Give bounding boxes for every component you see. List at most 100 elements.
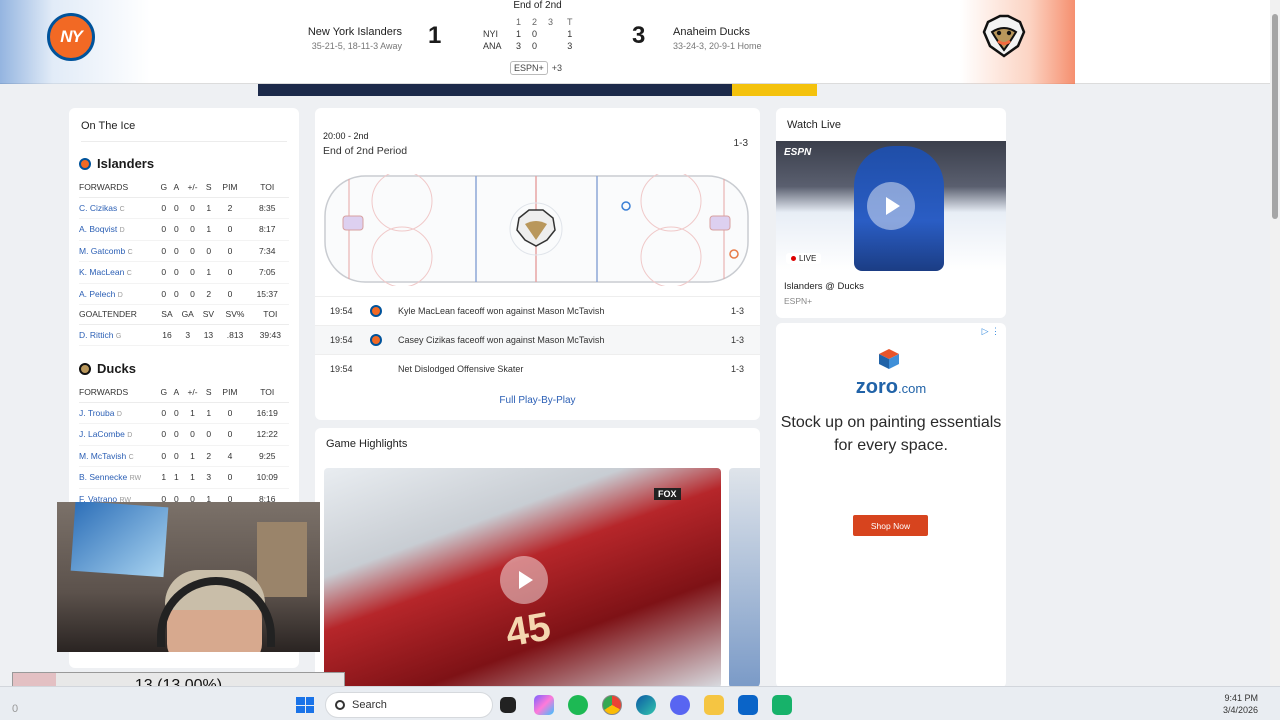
home-team-info[interactable]: New York Islanders 35-21-5, 18-11-3 Away [302,26,402,51]
linescore-header: 2 [532,17,538,27]
player-name[interactable]: J. LaCombe [79,429,125,439]
islanders-logo-text: NY [60,27,83,46]
edge-icon[interactable] [636,695,656,715]
copilot-icon[interactable] [534,695,554,715]
scoreboard-header: NY New York Islanders 35-21-5, 18-11-3 A… [0,0,1270,84]
ducks-header: Ducks [79,361,136,376]
player-name-link[interactable]: M. Gatcomb C [79,240,157,262]
period-status: End of 2nd [513,0,562,11]
network-more[interactable]: +3 [552,63,562,73]
watch-live-card: Watch Live ESPN LIVE Islanders @ Ducks E… [776,108,1006,318]
play-icon[interactable] [867,182,915,230]
stat-cell: 0 [214,240,246,262]
column-header: A [170,383,183,403]
full-play-by-play-link[interactable]: Full Play-By-Play [315,395,760,406]
player-name[interactable]: J. Trouba [79,408,114,418]
page-scrollbar[interactable] [1270,0,1280,686]
clock-time: 9:41 PM [1224,693,1258,703]
player-name-link[interactable]: A. Boqvist D [79,218,157,241]
play-row[interactable]: 19:54 Kyle MacLean faceoff won against M… [315,296,760,325]
play-score: 1-3 [730,306,744,316]
player-name-link[interactable]: J. LaCombe D [79,423,157,446]
column-header: TOI [251,305,289,325]
column-header: G [157,383,171,403]
ducks-logo[interactable] [980,12,1028,60]
on-ice-title: On The Ice [81,120,136,132]
stat-cell: 13 [198,324,219,346]
linescore-cell: 3 [516,41,522,51]
highlight-video[interactable]: 45 FOX [324,468,721,688]
islanders-logo[interactable]: NY [47,13,95,61]
stat-cell: 1 [202,218,215,241]
player-name[interactable]: K. MacLean [79,267,124,277]
stat-cell: 0 [157,445,171,467]
spotify-icon[interactable] [568,695,588,715]
period-label: End of 2nd Period [323,145,408,157]
table-header-row: GOALTENDER SA GA SV SV% TOI [79,305,289,325]
player-name[interactable]: A. Boqvist [79,224,117,234]
play-row[interactable]: 19:54 Casey Cizikas faceoff won against … [315,325,760,354]
stat-cell: 1 [202,197,215,219]
app-icon[interactable] [772,695,792,715]
play-score: 1-3 [730,335,744,345]
adchoices-icon[interactable]: ▷ ⋮ [982,326,1000,337]
highlight-video-next[interactable] [729,468,760,688]
player-name-link[interactable]: B. Sennecke RW [79,466,157,489]
advertisement[interactable]: ▷ ⋮ zoro.com Stock up on painting essent… [776,323,1006,688]
player-name-link[interactable]: J. Trouba D [79,402,157,424]
player-position: D [116,410,122,418]
linescore-team: NYI [483,29,499,39]
taskbar-search-input[interactable]: Search [325,692,493,718]
linescore-header: 3 [548,17,554,27]
outlook-icon[interactable] [738,695,758,715]
stat-cell: 0 [170,261,183,284]
discord-icon[interactable] [670,695,690,715]
scrollbar-thumb[interactable] [1272,14,1278,219]
system-clock[interactable]: 9:41 PM 3/4/2026 [1223,692,1258,716]
stat-cell: 0 [214,423,246,446]
stat-cell: 0 [170,402,183,424]
play-icon[interactable] [500,556,548,604]
stat-cell: 16 [157,324,177,346]
stat-cell: 0 [214,402,246,424]
away-team-info[interactable]: Anaheim Ducks 33-24-3, 20-9-1 Home [673,26,793,51]
live-stream-thumbnail[interactable]: ESPN LIVE [776,141,1006,271]
player-position: D [127,432,133,440]
player-position: C [126,270,132,278]
player-name[interactable]: M. McTavish [79,451,126,461]
play-row[interactable]: 19:54 Net Dislodged Offensive Skater 1-3 [315,354,760,383]
table-row: B. Sennecke RW 1 1 1 3 0 10:09 [79,466,289,489]
linescore-cell [537,40,553,52]
network-badge[interactable]: ESPN+ [510,61,548,75]
away-team-name[interactable]: Anaheim Ducks [673,26,793,38]
stat-cell: 0 [170,283,183,305]
home-team-name[interactable]: New York Islanders [302,26,402,38]
file-explorer-icon[interactable] [704,695,724,715]
task-view-icon[interactable] [500,697,516,713]
banner-ad[interactable] [258,84,732,96]
play-score: 1-3 [730,364,744,374]
player-name[interactable]: B. Sennecke [79,472,127,482]
stat-cell: 7:05 [245,261,289,284]
islanders-icon [370,305,382,317]
column-header: FORWARDS [79,383,157,403]
player-name-link[interactable]: A. Pelech D [79,283,157,305]
player-name[interactable]: M. Gatcomb [79,246,125,256]
chrome-icon[interactable] [602,695,622,715]
shop-now-button[interactable]: Shop Now [853,515,928,536]
live-dot-icon [791,256,796,261]
column-header: SV [198,305,219,325]
player-name[interactable]: D. Rittich [79,330,113,340]
player-name[interactable]: C. Cizikas [79,203,117,213]
player-name-link[interactable]: C. Cizikas C [79,197,157,219]
player-name-link[interactable]: D. Rittich G [79,324,157,346]
live-game-title[interactable]: Islanders @ Ducks [784,281,864,292]
player-name[interactable]: A. Pelech [79,289,115,299]
stat-cell: 0 [170,445,183,467]
player-position: RW [129,475,142,483]
player-name-link[interactable]: K. MacLean C [79,261,157,284]
windows-start-icon[interactable] [296,697,314,713]
stat-cell: 0 [157,240,171,262]
stat-cell: 2 [202,283,215,305]
player-name-link[interactable]: M. McTavish C [79,445,157,467]
